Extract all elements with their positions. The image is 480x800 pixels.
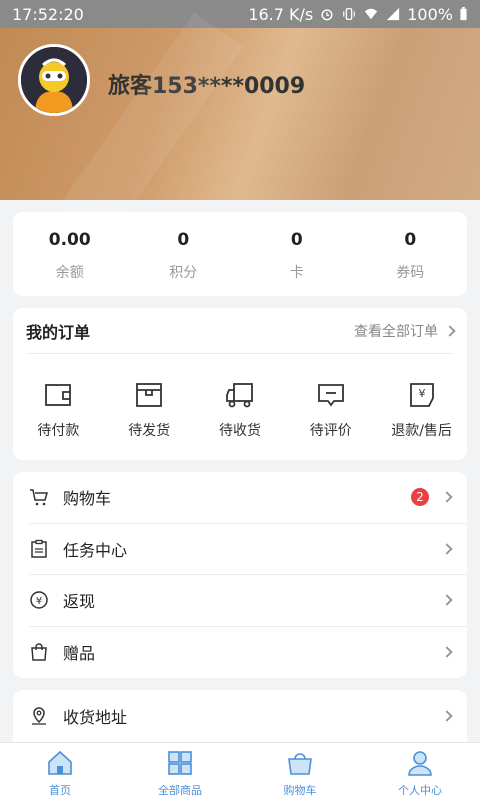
cart-count-badge: 2: [411, 488, 429, 507]
stat-value: 0.00: [48, 230, 91, 250]
alarm-icon: [321, 9, 333, 21]
order-item-label: 待收货: [218, 423, 261, 439]
home-icon: [48, 750, 72, 775]
order-pending-receipt[interactable]: 待收货: [195, 380, 286, 440]
menu-item-tasks[interactable]: 任务中心: [29, 524, 467, 575]
order-item-label: 待付款: [37, 423, 80, 439]
view-all-orders-link[interactable]: 查看全部订单: [354, 321, 456, 341]
address-card: 收货地址: [13, 690, 467, 742]
tab-label: 个人中心: [398, 784, 442, 797]
robot-avatar-icon: [21, 47, 87, 113]
signal-icon: [387, 7, 400, 21]
stat-cards[interactable]: 0 卡: [240, 212, 354, 296]
menu-item-label: 任务中心: [63, 540, 128, 560]
network-speed: 16.7 K/s: [248, 4, 314, 24]
stat-label: 卡: [289, 265, 304, 281]
avatar[interactable]: [18, 44, 90, 116]
menu-card: 购物车 2 任务中心 ¥ 返现 赠品: [13, 472, 467, 678]
svg-text:¥: ¥: [36, 596, 42, 607]
chevron-right-icon: [441, 594, 453, 606]
stat-value: 0: [290, 230, 303, 250]
stat-value: 0: [404, 230, 417, 250]
menu-item-cashback[interactable]: ¥ 返现: [29, 575, 467, 627]
stat-label: 积分: [169, 265, 198, 281]
menu-item-label: 购物车: [63, 489, 112, 509]
clipboard-icon: [31, 539, 47, 558]
order-pending-payment[interactable]: 待付款: [13, 380, 104, 440]
stats-card: 0.00 余额 0 积分 0 卡 0 券码: [13, 212, 467, 296]
orders-title: 我的订单: [26, 322, 91, 342]
menu-item-label: 返现: [63, 592, 96, 612]
location-icon: [32, 707, 46, 725]
stat-value: 0: [177, 230, 190, 250]
order-item-label: 退款/售后: [391, 423, 452, 439]
order-pending-shipment[interactable]: 待发货: [104, 380, 195, 440]
comment-icon: [317, 384, 344, 407]
battery-icon: [460, 7, 467, 21]
tab-label: 首页: [49, 784, 71, 797]
svg-text:¥: ¥: [418, 387, 425, 400]
menu-item-cart[interactable]: 购物车 2: [29, 472, 467, 524]
chevron-right-icon: [441, 646, 453, 658]
view-all-label: 查看全部订单: [354, 323, 438, 340]
truck-icon: [226, 383, 253, 408]
cashback-icon: ¥: [30, 591, 48, 609]
bottom-tab-bar: 首页 全部商品 购物车 个人中心: [0, 742, 480, 800]
menu-item-label: 收货地址: [63, 708, 128, 727]
chevron-right-icon: [441, 491, 453, 503]
tab-profile[interactable]: 个人中心: [360, 743, 480, 800]
chevron-right-icon: [444, 324, 456, 337]
gift-bag-icon: [31, 643, 47, 661]
tab-home[interactable]: 首页: [0, 743, 120, 800]
orders-header: 我的订单 查看全部订单: [26, 308, 456, 354]
vibrate-icon: [343, 8, 356, 20]
cart-icon: [30, 489, 48, 506]
tab-label: 全部商品: [158, 784, 202, 797]
stat-label: 券码: [396, 265, 425, 281]
basket-icon: [288, 753, 312, 775]
menu-item-address[interactable]: 收货地址: [29, 690, 467, 742]
order-pending-review[interactable]: 待评价: [285, 380, 376, 440]
tab-cart[interactable]: 购物车: [240, 743, 360, 800]
tab-all-products[interactable]: 全部商品: [120, 743, 240, 800]
battery-percent: 100%: [407, 4, 453, 24]
stat-label: 余额: [55, 265, 84, 281]
refund-icon: ¥: [409, 383, 434, 407]
order-item-label: 待发货: [128, 423, 171, 439]
profile-header: 旅客153****0009: [0, 28, 480, 200]
chevron-right-icon: [441, 543, 453, 555]
grid-icon: [168, 751, 192, 775]
order-refund[interactable]: ¥ 退款/售后: [376, 380, 467, 440]
status-time: 17:52:20: [12, 4, 84, 24]
chevron-right-icon: [441, 710, 453, 722]
box-icon: [136, 383, 163, 407]
stat-balance[interactable]: 0.00 余额: [13, 212, 127, 296]
user-icon: [408, 751, 432, 776]
status-bar: 17:52:20 16.7 K/s 100%: [0, 0, 480, 28]
wallet-icon: [45, 384, 72, 406]
order-item-label: 待评价: [309, 423, 352, 439]
menu-item-gifts[interactable]: 赠品: [29, 627, 467, 679]
username: 旅客153****0009: [108, 74, 306, 99]
stat-points[interactable]: 0 积分: [127, 212, 241, 296]
menu-item-label: 赠品: [63, 644, 96, 664]
tab-label: 购物车: [283, 784, 317, 797]
stat-coupons[interactable]: 0 券码: [354, 212, 468, 296]
wifi-icon: [365, 8, 378, 20]
orders-card: 我的订单 查看全部订单 待付款 待发货 待收货 待评价 ¥ 退款/售后: [13, 308, 467, 460]
